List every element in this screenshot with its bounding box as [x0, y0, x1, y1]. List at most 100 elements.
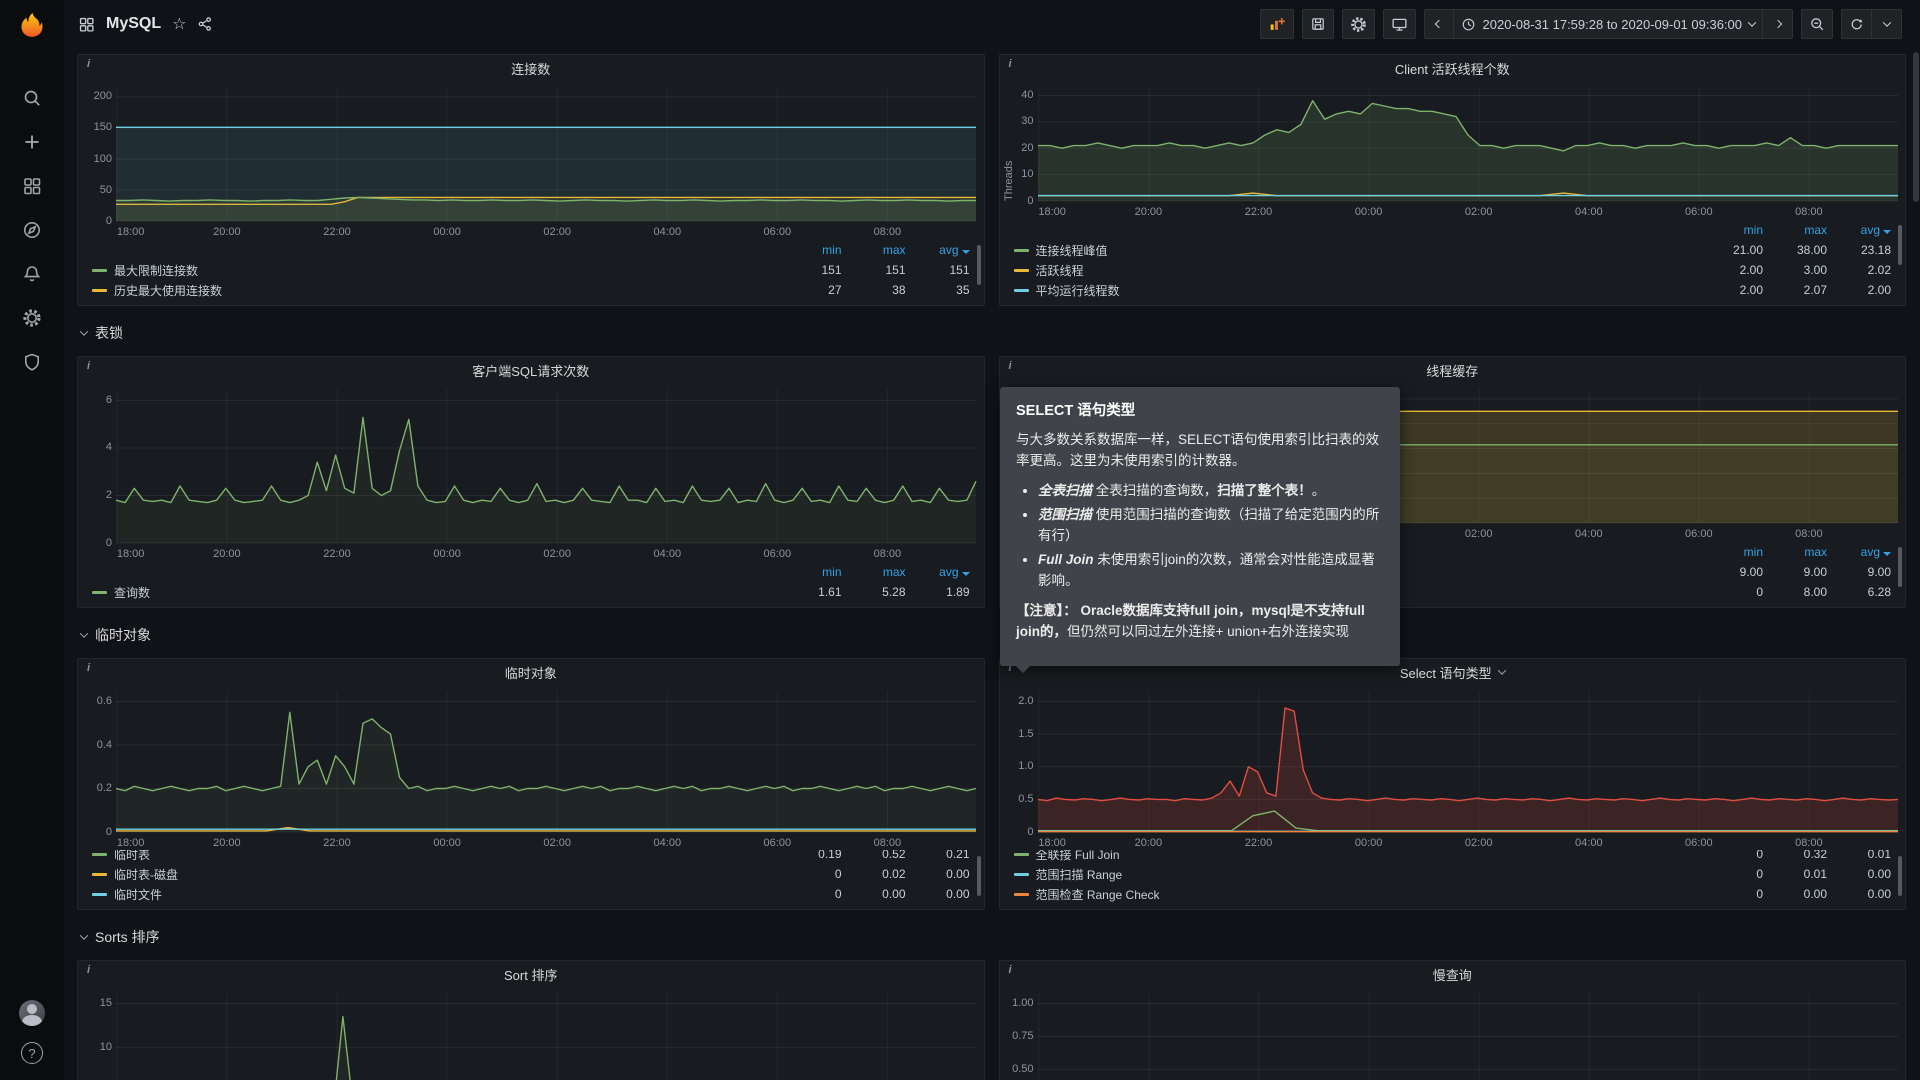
info-icon[interactable]: i — [1005, 962, 1016, 978]
time-series-chart[interactable]: 05101518:0020:0022:0000:0002:0004:0006:0… — [78, 987, 984, 1080]
x-tick-label: 20:00 — [1135, 837, 1163, 849]
y-tick-label: 10 — [78, 1041, 112, 1053]
legend-series-toggle[interactable]: 临时表 — [92, 850, 778, 863]
time-range-picker[interactable]: 2020-08-31 17:59:28 to 2020-09-01 09:36:… — [1454, 9, 1764, 39]
legend-series-toggle[interactable]: 范围扫描 Range — [1014, 866, 1700, 883]
legend-series-toggle[interactable]: 临时表-磁盘 — [92, 866, 778, 883]
legend-avg-value: 0.00 — [1827, 867, 1891, 881]
sidebar-explore-button[interactable] — [0, 208, 64, 252]
legend-sort-avg[interactable]: avg — [906, 565, 970, 579]
info-icon[interactable]: i — [1005, 358, 1016, 374]
legend-avg-value: 9.00 — [1827, 565, 1891, 579]
legend-sort-max[interactable]: max — [1763, 545, 1827, 559]
section-header-sorts[interactable]: Sorts 排序 — [77, 924, 1906, 950]
legend: 全联接 Full Join00.320.01范围扫描 Range00.010.0… — [1000, 850, 1906, 909]
info-icon[interactable]: i — [1005, 56, 1016, 72]
time-shift-forward-button[interactable] — [1763, 9, 1793, 39]
legend-series-toggle[interactable]: 历史最大使用连接数 — [92, 282, 778, 299]
info-icon[interactable]: i — [83, 358, 94, 374]
section-header-table-locks[interactable]: 表锁 — [77, 320, 1906, 346]
sidebar-alerting-button[interactable] — [0, 252, 64, 296]
sidebar-configuration-button[interactable] — [0, 296, 64, 340]
refresh-interval-dropdown[interactable] — [1872, 9, 1902, 39]
share-icon[interactable] — [197, 16, 213, 32]
time-series-chart[interactable]: 00.250.500.751.0018:0020:0022:0000:0002:… — [1000, 987, 1906, 1080]
legend-sort-min[interactable]: min — [778, 565, 842, 579]
legend-avg-value: 6.28 — [1827, 585, 1891, 599]
y-tick-label: 10 — [1000, 168, 1034, 180]
cycle-view-button[interactable] — [1383, 9, 1416, 39]
panel-menu-caret-icon — [1497, 666, 1505, 674]
dashboard-row: i Sort 排序 05101518:0020:0022:0000:0002:0… — [77, 960, 1906, 1080]
panel-menu[interactable]: 慢查询 — [1000, 961, 1906, 987]
time-series-chart[interactable]: 024618:0020:0022:0000:0002:0004:0006:000… — [78, 383, 984, 561]
time-series-chart[interactable]: Threads01020304018:0020:0022:0000:0002:0… — [1000, 81, 1906, 219]
panel-menu[interactable]: 客户端SQL请求次数 — [78, 357, 984, 383]
legend-scrollbar[interactable] — [1898, 225, 1902, 265]
legend-scrollbar[interactable] — [1898, 547, 1902, 587]
page-scrollbar-thumb[interactable] — [1913, 52, 1919, 202]
panel-menu[interactable]: Client 活跃线程个数 — [1000, 55, 1906, 81]
legend-series-toggle[interactable]: 全联接 Full Join — [1014, 850, 1700, 863]
info-icon[interactable]: i — [83, 56, 94, 72]
legend-scrollbar[interactable] — [1898, 856, 1902, 896]
legend-sort-avg[interactable]: avg — [1827, 223, 1891, 237]
series-color-dash — [1014, 853, 1029, 856]
panel-menu[interactable]: 连接数 — [78, 55, 984, 81]
x-tick-label: 02:00 — [543, 226, 571, 238]
legend-series-toggle[interactable]: 范围检查 Range Check — [1014, 886, 1700, 903]
legend-series-toggle[interactable]: 平均运行线程数 — [1014, 282, 1700, 299]
legend-sort-avg[interactable]: avg — [1827, 545, 1891, 559]
legend-series-toggle[interactable]: 临时文件 — [92, 886, 778, 903]
legend-row: 临时文件00.000.00 — [92, 884, 970, 904]
time-series-chart[interactable]: 00.20.40.618:0020:0022:0000:0002:0004:00… — [78, 685, 984, 850]
legend-avg-value: 1.89 — [906, 585, 970, 599]
legend-series-toggle[interactable]: 连接线程峰值 — [1014, 242, 1700, 259]
legend-sort-max[interactable]: max — [842, 565, 906, 579]
favorite-star-icon[interactable]: ☆ — [172, 14, 186, 34]
legend-sort-avg[interactable]: avg — [906, 243, 970, 257]
legend-scrollbar[interactable] — [977, 245, 981, 285]
panel-select-statement-types: i Select 语句类型 00.51.01.52.018:0020:0022:… — [999, 658, 1907, 910]
x-tick-label: 02:00 — [543, 548, 571, 560]
dashboard-settings-button[interactable] — [1342, 9, 1375, 39]
dashboard-title[interactable]: MySQL — [106, 15, 161, 33]
tooltip-bullet: 范围扫描 使用范围扫描的查询数（扫描了给定范围内的所有行） — [1038, 505, 1384, 547]
legend-header: minmaxavg — [92, 240, 970, 260]
section-header-temp-objects[interactable]: 临时对象 — [77, 622, 1906, 648]
time-series-chart[interactable]: 05010015020018:0020:0022:0000:0002:0004:… — [78, 81, 984, 239]
legend-sort-max[interactable]: max — [842, 243, 906, 257]
user-avatar[interactable] — [19, 1000, 45, 1026]
save-dashboard-button[interactable] — [1302, 9, 1334, 39]
legend-sort-min[interactable]: min — [778, 243, 842, 257]
legend-sort-min[interactable]: min — [1699, 223, 1763, 237]
legend-sort-max[interactable]: max — [1763, 223, 1827, 237]
legend-series-toggle[interactable]: 查询数 — [92, 584, 778, 601]
refresh-button[interactable] — [1841, 9, 1872, 39]
time-series-chart[interactable]: 00.51.01.52.018:0020:0022:0000:0002:0004… — [1000, 685, 1906, 850]
legend-scrollbar[interactable] — [977, 856, 981, 896]
sidebar-create-button[interactable] — [0, 120, 64, 164]
panel-menu[interactable]: 临时对象 — [78, 659, 984, 685]
sidebar-search-button[interactable] — [0, 76, 64, 120]
zoom-out-button[interactable] — [1801, 9, 1833, 39]
panel-menu[interactable]: Sort 排序 — [78, 961, 984, 987]
legend-series-toggle[interactable]: 最大限制连接数 — [92, 262, 778, 279]
grafana-logo[interactable] — [0, 0, 64, 48]
legend-series-toggle[interactable]: 活跃线程 — [1014, 262, 1700, 279]
info-icon[interactable]: i — [83, 962, 94, 978]
y-tick-label: 0.2 — [78, 782, 112, 794]
panel-menu[interactable]: 线程缓存 — [1000, 357, 1906, 383]
y-tick-label: 200 — [78, 90, 112, 102]
legend-header: minmaxavg — [92, 562, 970, 582]
help-icon[interactable]: ? — [21, 1042, 43, 1064]
add-panel-button[interactable] — [1260, 9, 1294, 39]
info-icon[interactable]: i — [83, 660, 94, 676]
sidebar-admin-button[interactable] — [0, 340, 64, 384]
sidebar-dashboards-button[interactable] — [0, 164, 64, 208]
legend-sort-min[interactable]: min — [1699, 545, 1763, 559]
time-shift-back-button[interactable] — [1424, 9, 1454, 39]
dashboard-grid-icon — [78, 16, 95, 33]
page-scrollbar[interactable] — [1912, 48, 1920, 1080]
legend-min-value: 2.00 — [1699, 283, 1763, 297]
